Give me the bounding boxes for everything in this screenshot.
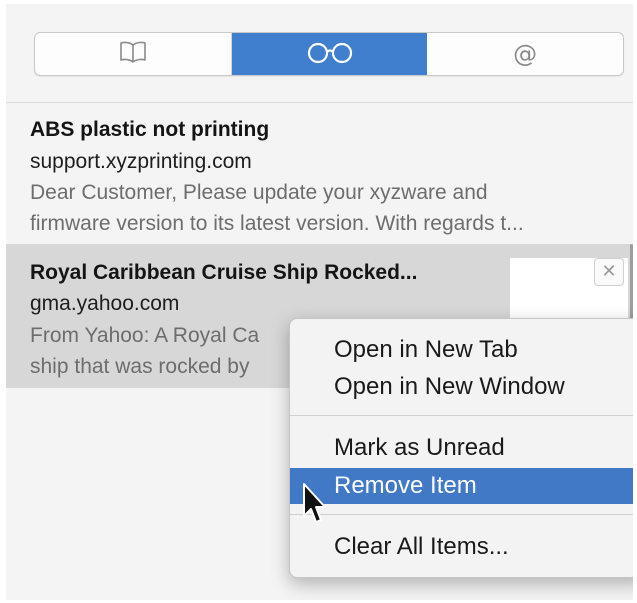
context-menu: Open in New Tab Open in New Window Mark … [289,318,633,578]
tab-bookmarks[interactable] [35,33,232,75]
mouse-cursor-icon [302,482,328,526]
remove-item-button[interactable]: ✕ [594,258,624,286]
menu-separator [290,415,633,416]
at-icon: @ [513,40,538,68]
menu-item-open-new-tab[interactable]: Open in New Tab [290,332,633,368]
sidebar-tab-control: @ [34,32,624,76]
divider [6,102,633,103]
reading-list-panel: @ ABS plastic not printing support.xyzpr… [6,4,633,600]
menu-item-remove-item[interactable]: Remove Item [290,468,633,504]
item-url: gma.yahoo.com [30,292,180,315]
close-icon: ✕ [601,261,617,282]
tab-reading-list[interactable] [231,33,428,75]
menu-separator [290,514,633,515]
tab-shared-links[interactable]: @ [427,33,623,75]
menu-item-mark-unread[interactable]: Mark as Unread [290,430,633,466]
item-title: ABS plastic not printing [30,118,270,141]
book-icon [118,40,148,69]
reading-list-item[interactable]: ABS plastic not printing support.xyzprin… [6,108,633,242]
glasses-icon [304,40,356,69]
menu-item-open-new-window[interactable]: Open in New Window [290,369,633,405]
item-description: From Yahoo: A Royal Ca [30,324,260,347]
menu-item-clear-all[interactable]: Clear All Items... [290,529,633,565]
item-description: ship that was rocked by [30,355,250,378]
item-description: firmware version to its latest version. … [30,212,524,235]
item-url: support.xyzprinting.com [30,150,252,173]
item-description: Dear Customer, Please update your xyzwar… [30,181,488,204]
item-title: Royal Caribbean Cruise Ship Rocked... [30,261,418,284]
